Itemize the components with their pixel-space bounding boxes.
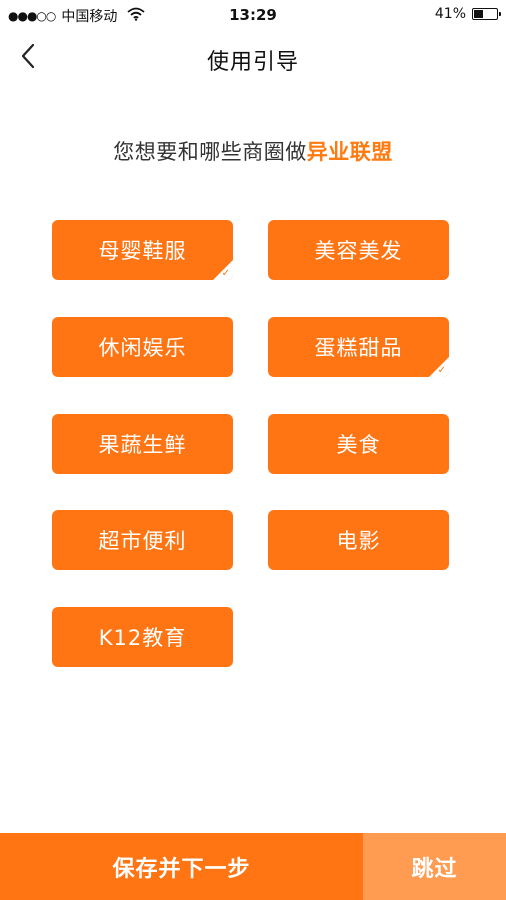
category-button[interactable]: 母婴鞋服 ✓ xyxy=(52,220,233,280)
check-icon: ✓ xyxy=(437,365,447,376)
status-time: 13:29 xyxy=(229,6,277,24)
category-button[interactable]: 电影 xyxy=(268,510,449,570)
question-prefix: 您想要和哪些商圈做 xyxy=(113,140,307,164)
category-label: 电影 xyxy=(336,529,381,553)
guide-question: 您想要和哪些商圈做异业联盟 xyxy=(0,136,506,166)
category-label: 蛋糕甜品 xyxy=(314,336,403,360)
category-label: 果蔬生鲜 xyxy=(98,433,187,457)
category-button[interactable]: K12教育 xyxy=(52,607,233,667)
category-button[interactable]: 休闲娱乐 xyxy=(52,317,233,377)
category-label: 超市便利 xyxy=(98,529,187,553)
save-and-next-button[interactable]: 保存并下一步 xyxy=(0,833,363,900)
category-label: 美容美发 xyxy=(314,239,403,263)
category-button[interactable]: 美食 xyxy=(268,414,449,474)
category-label: 母婴鞋服 xyxy=(98,239,187,263)
skip-button[interactable]: 跳过 xyxy=(363,833,506,900)
status-right: 41% xyxy=(434,6,501,22)
category-label: 美食 xyxy=(336,433,381,457)
nav-bar: 使用引导 xyxy=(0,30,506,88)
page-title: 使用引导 xyxy=(206,50,299,75)
category-button[interactable]: 超市便利 xyxy=(52,510,233,570)
guide-screen: ●●●○○ 中国移动 13:29 41% 使用引导 您想要和哪些商圈做异业联盟 … xyxy=(0,0,506,900)
battery-percent: 41% xyxy=(434,6,466,22)
category-label: K12教育 xyxy=(98,626,187,650)
status-bar: ●●●○○ 中国移动 13:29 41% xyxy=(0,0,506,30)
bottom-action-bar: 保存并下一步 跳过 xyxy=(0,833,506,900)
question-highlight: 异业联盟 xyxy=(306,140,393,164)
category-label: 休闲娱乐 xyxy=(98,336,187,360)
battery-icon xyxy=(472,8,501,20)
category-button[interactable]: 蛋糕甜品 ✓ xyxy=(268,317,449,377)
check-icon: ✓ xyxy=(221,268,231,279)
battery-fill xyxy=(474,10,483,18)
category-button[interactable]: 果蔬生鲜 xyxy=(52,414,233,474)
category-button[interactable]: 美容美发 xyxy=(268,220,449,280)
